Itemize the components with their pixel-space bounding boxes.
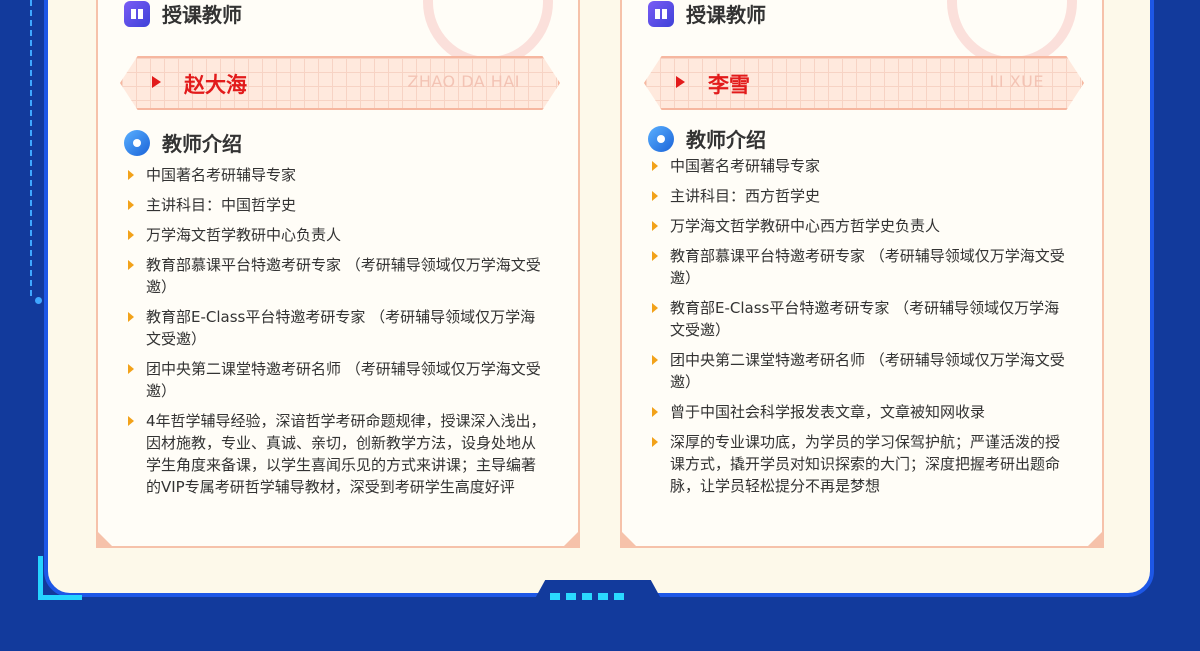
teacher-pinyin: LI XUE — [989, 72, 1044, 91]
teacher-name-banner: 赵大海 ZHAO DA HAI — [120, 56, 560, 110]
section-title: 授课教师 — [162, 3, 242, 27]
indicator-dot — [614, 593, 624, 600]
decorative-corner — [38, 556, 82, 600]
teacher-name: 赵大海 — [184, 73, 247, 97]
list-item: 教育部慕课平台特邀考研专家 （考研辅导领域仅万学海文受邀） — [650, 245, 1070, 289]
intro-list: 中国著名考研辅导专家 主讲科目：西方哲学史 万学海文哲学教研中心西方哲学史负责人… — [650, 155, 1070, 505]
badge-icon — [124, 129, 150, 156]
teacher-card-zhao: 授课教师 赵大海 ZHAO DA HAI 教师介绍 中国著名考研辅导专家 主讲科… — [96, 0, 580, 548]
list-item: 教育部E-Class平台特邀考研专家 （考研辅导领域仅万学海文受邀） — [650, 297, 1070, 341]
list-item: 万学海文哲学教研中心西方哲学史负责人 — [650, 215, 1070, 237]
list-item: 万学海文哲学教研中心负责人 — [126, 224, 546, 246]
list-item: 深厚的专业课功底，为学员的学习保驾护航；严谨活泼的授课方式，撬开学员对知识探索的… — [650, 431, 1070, 497]
list-item: 4年哲学辅导经验，深谙哲学考研命题规律，授课深入浅出，因材施教，专业、真诚、亲切… — [126, 410, 546, 498]
teacher-name: 李雪 — [708, 73, 750, 97]
indicator-dot — [566, 593, 576, 600]
list-item: 中国著名考研辅导专家 — [650, 155, 1070, 177]
play-arrow-icon — [676, 76, 685, 88]
list-item: 团中央第二课堂特邀考研名师 （考研辅导领域仅万学海文受邀） — [126, 358, 546, 402]
list-item: 团中央第二课堂特邀考研名师 （考研辅导领域仅万学海文受邀） — [650, 349, 1070, 393]
badge-icon — [648, 125, 674, 152]
list-item: 曾于中国社会科学报发表文章，文章被知网收录 — [650, 401, 1070, 423]
book-icon — [124, 0, 150, 27]
indicator-dot — [550, 593, 560, 600]
teacher-name-banner: 李雪 LI XUE — [644, 56, 1084, 110]
section-title: 教师介绍 — [162, 132, 242, 156]
intro-list: 中国著名考研辅导专家 主讲科目：中国哲学史 万学海文哲学教研中心负责人 教育部慕… — [126, 164, 546, 506]
play-arrow-icon — [152, 76, 161, 88]
book-icon — [648, 0, 674, 27]
section-title: 授课教师 — [686, 3, 766, 27]
indicator-dot — [598, 593, 608, 600]
teacher-card-li: 授课教师 李雪 LI XUE 教师介绍 中国著名考研辅导专家 主讲科目：西方哲学… — [620, 0, 1104, 548]
teacher-pinyin: ZHAO DA HAI — [407, 72, 520, 91]
tab-indicator-dots — [550, 593, 624, 600]
indicator-dot — [582, 593, 592, 600]
section-header-teacher: 授课教师 — [648, 0, 766, 28]
list-item: 主讲科目：中国哲学史 — [126, 194, 546, 216]
decorative-dotted-line — [30, 0, 32, 296]
section-header-intro: 教师介绍 — [648, 124, 766, 153]
section-header-teacher: 授课教师 — [124, 0, 242, 28]
portrait-silhouette-icon — [947, 0, 1077, 62]
bottom-tab — [532, 580, 664, 604]
decorative-dot — [35, 297, 42, 304]
list-item: 主讲科目：西方哲学史 — [650, 185, 1070, 207]
section-title: 教师介绍 — [686, 128, 766, 152]
portrait-silhouette-icon — [423, 0, 553, 62]
list-item: 教育部慕课平台特邀考研专家 （考研辅导领域仅万学海文受邀） — [126, 254, 546, 298]
section-header-intro: 教师介绍 — [124, 128, 242, 157]
list-item: 中国著名考研辅导专家 — [126, 164, 546, 186]
list-item: 教育部E-Class平台特邀考研专家 （考研辅导领域仅万学海文受邀） — [126, 306, 546, 350]
